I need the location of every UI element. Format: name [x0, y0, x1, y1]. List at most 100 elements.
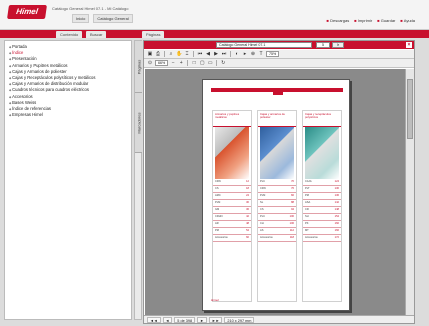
link-print[interactable]: Imprimir	[354, 18, 372, 23]
prev-page-icon[interactable]: ◀	[205, 51, 211, 57]
vtab-bookmarks-label: Marcadores	[136, 111, 141, 134]
tab-search[interactable]: Buscar	[86, 31, 107, 38]
forward-icon[interactable]: ▸	[242, 51, 248, 57]
catalog-column: Cajas y receptáculos polysíticos CAJA 124…	[302, 110, 342, 302]
document-canvas[interactable]: Armarios y pupitres metálicos CRN 12 CS 18…	[145, 69, 405, 316]
zoom-out-icon[interactable]: −	[170, 60, 176, 66]
column-heading: Cajas y armarios de poliester	[258, 111, 296, 127]
catalog-page: Armarios y pupitres metálicos CRN 12 CS 18…	[202, 79, 350, 311]
table-row[interactable]: CRHN 42	[213, 214, 251, 221]
next-page-button[interactable]: ►	[197, 316, 207, 323]
toolbar-divider	[187, 60, 189, 66]
table-row[interactable]: PK 160	[303, 221, 341, 228]
text-icon[interactable]: T	[258, 51, 264, 57]
vtab-bookmarks[interactable]: Marcadores	[135, 93, 142, 153]
table-row[interactable]: Accesorios 172	[303, 235, 341, 242]
table-row[interactable]: PLM 82	[258, 193, 296, 200]
table-row[interactable]: SL 88	[258, 200, 296, 207]
table-row[interactable]: PLM 30	[213, 200, 251, 207]
go-button[interactable]: Ir	[332, 42, 344, 48]
document-viewer: Catálogo General Himel 07.1 5 Ir × ▣ ⎙ ⌕…	[143, 40, 415, 324]
toolbar-divider	[216, 60, 218, 66]
toolbar-divider	[164, 51, 165, 57]
fit-width-icon[interactable]: ▭	[207, 60, 213, 66]
top-links: Descargas Imprimir Guardar Ayuda	[327, 18, 415, 23]
page-logo-mark	[273, 92, 283, 95]
table-row[interactable]: AR 48	[213, 221, 251, 228]
link-save[interactable]: Guardar	[377, 18, 396, 23]
table-row[interactable]: GM 36	[213, 207, 251, 214]
last-page-button[interactable]: ►►	[208, 316, 223, 323]
status-bar: ◄◄ ◄ 5 de 398 ► ►► 210 x 297 mm	[144, 315, 414, 323]
link-downloads[interactable]: Descargas	[327, 18, 349, 23]
table-row[interactable]: CAJA 124	[303, 179, 341, 186]
tab-contents[interactable]: Contenido	[56, 31, 83, 38]
back-icon[interactable]: ◐	[234, 51, 240, 57]
toolbar-divider	[193, 51, 194, 57]
nav-home[interactable]: Inicio	[72, 14, 90, 23]
table-row[interactable]: ASA 142	[303, 200, 341, 207]
table-row[interactable]: Accesorios 60	[213, 235, 251, 242]
table-row[interactable]: CH 106	[258, 221, 296, 228]
tab-bar: Contenido Buscar Páginas	[0, 30, 429, 38]
page-number-input[interactable]: 5	[316, 42, 330, 48]
close-icon[interactable]: ×	[406, 42, 412, 48]
table-row[interactable]: PLC 100	[258, 214, 296, 221]
magnifier-icon[interactable]: ⊙	[147, 60, 153, 66]
catalog-column: Cajas y armarios de poliester PLC 70 CRN 7…	[257, 110, 297, 302]
save-icon[interactable]: ▣	[147, 51, 153, 57]
actual-size-icon[interactable]: □	[191, 60, 197, 66]
catalog-column: Armarios y pupitres metálicos CRN 12 CS 18…	[212, 110, 252, 302]
table-row[interactable]: PLT 130	[303, 186, 341, 193]
zoom-level[interactable]: 66%	[155, 60, 169, 66]
select-icon[interactable]: ⌶	[184, 51, 190, 57]
viewer-toolbar: ▣ ⎙ ⌕ ✋ ⌶ ⏮ ◀ ▶ ⏭ ◐ ▸ ⊕ T 75%	[144, 50, 414, 59]
app-title: Catálogo General Himel 07.1 - Mi Catálog…	[52, 6, 129, 11]
prev-page-button[interactable]: ◄	[162, 316, 173, 323]
table-row[interactable]: PM 136	[303, 193, 341, 200]
himel-logo[interactable]: Himel	[7, 5, 47, 19]
zoom-in-icon[interactable]: ⊕	[250, 51, 256, 57]
table-row[interactable]: AS 112	[258, 228, 296, 235]
zoom-select[interactable]: 75%	[266, 51, 280, 57]
rotate-icon[interactable]: ↻	[220, 60, 226, 66]
document-select[interactable]: Catálogo General Himel 07.1	[216, 42, 312, 48]
next-page-icon[interactable]: ▶	[213, 51, 219, 57]
page-size-readout: 210 x 297 mm	[224, 316, 255, 323]
table-row[interactable]: CS 94	[258, 207, 296, 214]
first-page-button[interactable]: ◄◄	[147, 316, 161, 323]
table-row[interactable]: CRN 76	[258, 186, 296, 193]
find-icon[interactable]: ⌕	[168, 51, 174, 57]
table-row[interactable]: PLC 70	[258, 179, 296, 186]
table-row[interactable]: PM 54	[213, 228, 251, 235]
toolbar-divider	[230, 51, 231, 57]
scrollbar-thumb[interactable]	[407, 79, 413, 139]
table-row[interactable]: Accesorios 118	[258, 235, 296, 242]
column-heading: Armarios y pupitres metálicos	[213, 111, 251, 127]
last-page-icon[interactable]: ⏭	[221, 51, 227, 57]
product-image	[305, 127, 339, 179]
table-row[interactable]: CR 148	[303, 207, 341, 214]
zoom-in-small-icon[interactable]: +	[178, 60, 184, 66]
top-header: Himel Catálogo General Himel 07.1 - Mi C…	[0, 0, 429, 30]
tab-pages[interactable]: Páginas	[142, 31, 165, 38]
hand-icon[interactable]: ✋	[176, 51, 182, 57]
table-row[interactable]: CRN 12	[213, 179, 251, 186]
page-indicator[interactable]: 5 de 398	[174, 316, 196, 323]
vtab-pages[interactable]: Páginas	[135, 41, 142, 93]
table-row[interactable]: MT 166	[303, 228, 341, 235]
sidebar-item-companies[interactable]: Empresas Himel	[9, 112, 127, 118]
vertical-scrollbar[interactable]	[405, 69, 414, 316]
top-nav: Inicio Catálogo General	[72, 14, 133, 23]
table-row[interactable]: CS 18	[213, 186, 251, 193]
first-page-icon[interactable]: ⏮	[197, 51, 203, 57]
fit-page-icon[interactable]: ▢	[199, 60, 205, 66]
table-row[interactable]: SH 154	[303, 214, 341, 221]
print-icon[interactable]: ⎙	[155, 51, 161, 57]
page-footer-logo: Himel	[211, 298, 219, 302]
table-row[interactable]: AMC 24	[213, 193, 251, 200]
nav-general-catalog[interactable]: Catálogo General	[93, 14, 133, 23]
vertical-tabs: Páginas Marcadores	[134, 40, 142, 320]
link-help[interactable]: Ayuda	[400, 18, 415, 23]
product-image	[260, 127, 294, 179]
